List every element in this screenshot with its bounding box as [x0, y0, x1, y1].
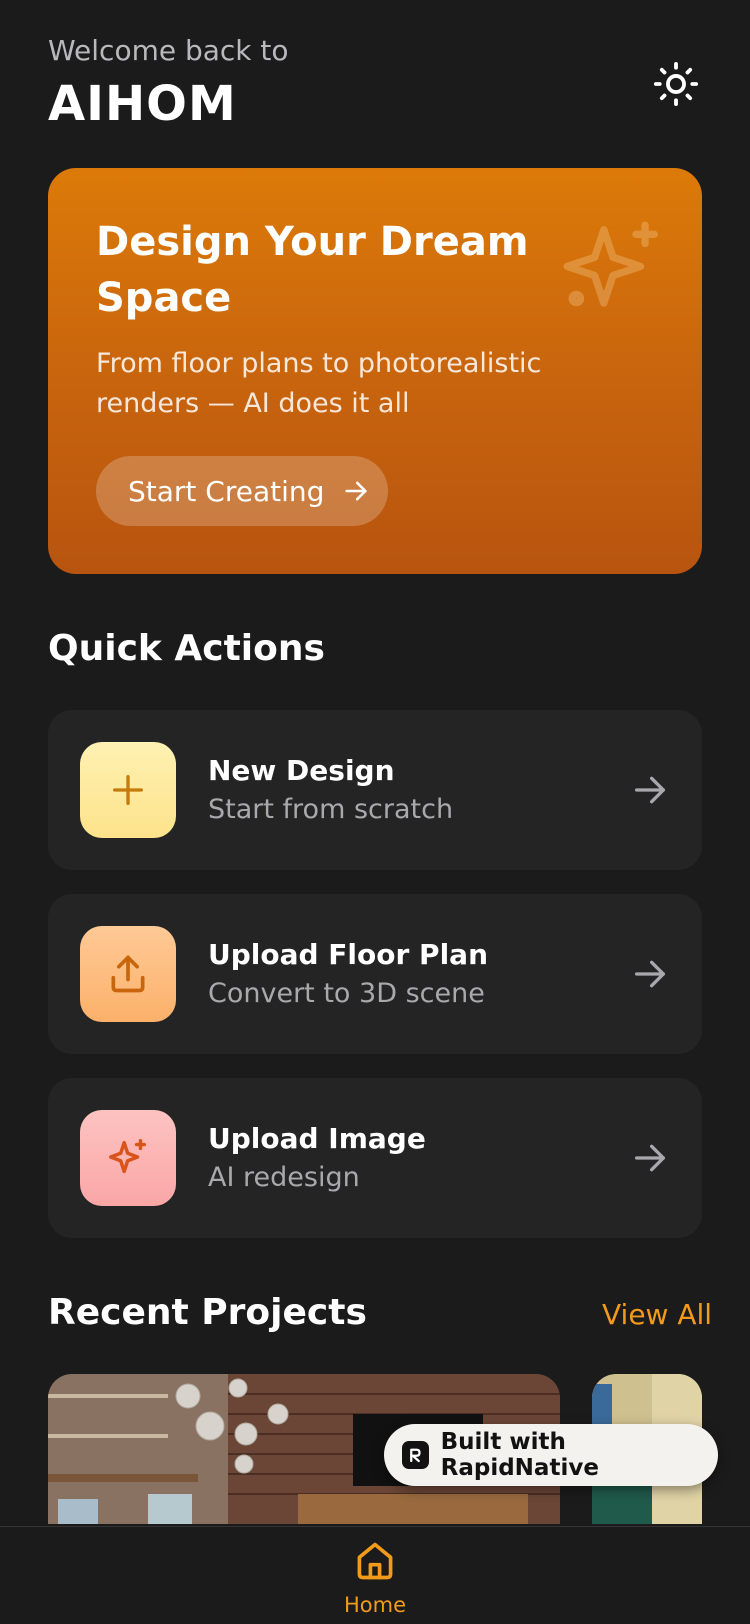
action-title: Upload Image — [208, 1122, 426, 1155]
tab-home-label: Home — [343, 1593, 406, 1617]
action-upload-floor-plan[interactable]: Upload Floor Plan Convert to 3D scene — [48, 894, 702, 1054]
built-with-badge[interactable]: Built with RapidNative — [384, 1424, 718, 1486]
view-all-link[interactable]: View All — [602, 1298, 712, 1331]
arrow-right-icon — [635, 960, 665, 988]
arrow-right-icon — [635, 776, 665, 804]
action-icon-tile — [80, 1110, 176, 1206]
action-icon-tile — [80, 926, 176, 1022]
theme-toggle-button[interactable] — [652, 60, 700, 108]
rapidnative-logo-icon — [402, 1441, 429, 1469]
app-brand-title: AIHOM — [48, 76, 237, 132]
home-icon — [357, 1542, 393, 1580]
badge-label: Built with RapidNative — [440, 1429, 599, 1481]
bottom-tab-bar: Home — [0, 1526, 750, 1624]
upload-icon — [111, 955, 145, 993]
sun-icon — [653, 61, 699, 107]
action-subtitle: AI redesign — [208, 1162, 360, 1193]
action-title: Upload Floor Plan — [208, 938, 488, 971]
arrow-right-icon — [635, 1144, 665, 1172]
sparkle-icon — [563, 221, 658, 307]
quick-actions-title: Quick Actions — [48, 628, 325, 669]
action-new-design[interactable]: New Design Start from scratch — [48, 710, 702, 870]
sparkle-icon — [109, 1139, 147, 1174]
start-creating-button[interactable]: Start Creating — [96, 456, 388, 526]
start-creating-label: Start Creating — [128, 474, 325, 508]
hero-subtitle: From floor plans to photorealistic rende… — [96, 348, 542, 419]
action-title: New Design — [208, 754, 395, 787]
plus-icon — [113, 775, 143, 805]
hero-title: Design Your Dream Space — [96, 219, 529, 321]
action-icon-tile — [80, 742, 176, 838]
welcome-text: Welcome back to — [48, 34, 289, 67]
action-subtitle: Start from scratch — [208, 794, 454, 825]
action-upload-image[interactable]: Upload Image AI redesign — [48, 1078, 702, 1238]
hero-card: Design Your Dream Space From floor plans… — [48, 168, 702, 574]
recent-projects-title: Recent Projects — [48, 1292, 367, 1333]
home-screen: Welcome back to AIHOM Design Your Dream … — [0, 0, 750, 1624]
arrow-right-icon — [345, 481, 368, 501]
action-subtitle: Convert to 3D scene — [208, 978, 485, 1009]
tab-home[interactable]: Home — [335, 1539, 415, 1624]
